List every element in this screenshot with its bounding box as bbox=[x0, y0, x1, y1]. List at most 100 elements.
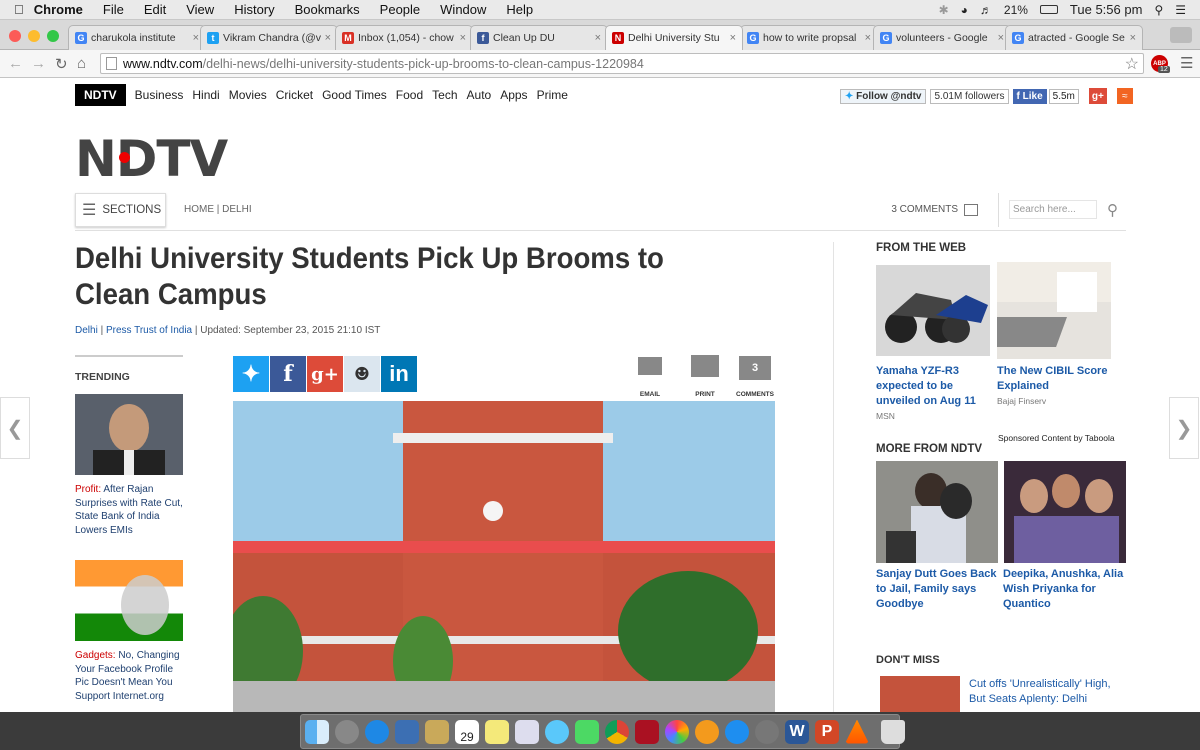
tab-1[interactable]: Gcharukola institute × bbox=[68, 25, 206, 50]
tab-close-icon[interactable]: × bbox=[460, 32, 466, 44]
trending-item-2[interactable]: Gadgets: No, Changing Your Facebook Prof… bbox=[75, 649, 185, 703]
tab-close-icon[interactable]: × bbox=[595, 32, 601, 44]
facebook-share-icon[interactable]: f bbox=[270, 356, 306, 392]
trending-image-1[interactable] bbox=[75, 394, 183, 475]
next-article-arrow[interactable]: ❯ bbox=[1169, 397, 1199, 459]
nav-hindi[interactable]: Hindi bbox=[192, 88, 219, 102]
rss-icon[interactable]: ≈ bbox=[1116, 88, 1133, 104]
email-action[interactable]: EMAIL bbox=[625, 354, 675, 398]
menu-help[interactable]: Help bbox=[506, 2, 533, 17]
from-web-title-1[interactable]: Yamaha YZF-R3 expected to be unveiled on… bbox=[876, 364, 986, 409]
preview-icon[interactable] bbox=[395, 719, 419, 744]
tab-3[interactable]: M Inbox (1,054) - chow × bbox=[335, 25, 473, 50]
nav-good-times[interactable]: Good Times bbox=[322, 88, 387, 102]
from-web-image-2[interactable] bbox=[997, 262, 1111, 359]
trash-icon[interactable] bbox=[881, 719, 905, 744]
forward-icon[interactable]: → bbox=[31, 55, 46, 72]
wifi-icon[interactable]: ◕ bbox=[961, 3, 968, 17]
menu-file[interactable]: File bbox=[103, 2, 124, 17]
volume-icon[interactable]: ♬ bbox=[980, 3, 992, 17]
trending-item-1[interactable]: Profit: After Rajan Surprises with Rate … bbox=[75, 483, 185, 537]
comments-link[interactable]: 3 COMMENTS bbox=[891, 203, 978, 216]
dont-miss-title[interactable]: Cut offs 'Unrealistically' High, But Sea… bbox=[969, 677, 1119, 707]
nav-apps[interactable]: Apps bbox=[500, 88, 527, 102]
tab-2[interactable]: t Vikram Chandra (@v × bbox=[200, 25, 338, 50]
bookmark-star-icon[interactable]: ☆ bbox=[1125, 54, 1139, 74]
twitter-share-icon[interactable]: ✦ bbox=[233, 356, 269, 392]
byline-source[interactable]: Press Trust of India bbox=[106, 325, 192, 336]
taboola-sponsored[interactable]: Sponsored Content by Taboola bbox=[998, 433, 1115, 443]
chrome-icon[interactable] bbox=[605, 719, 629, 744]
close-window-button[interactable] bbox=[9, 30, 21, 42]
safari-icon[interactable] bbox=[365, 719, 389, 744]
search-box[interactable]: Search here... ⚲ bbox=[998, 192, 1118, 227]
prev-article-arrow[interactable]: ❮ bbox=[0, 397, 30, 459]
google-plus-share-icon[interactable]: g+ bbox=[307, 356, 343, 392]
clock[interactable]: Tue 5:56 pm bbox=[1070, 2, 1143, 17]
powerpoint-icon[interactable]: P bbox=[815, 719, 839, 744]
photos-icon[interactable] bbox=[665, 719, 689, 744]
search-icon[interactable]: ⚲ bbox=[1107, 201, 1118, 219]
sections-button[interactable]: ☰ SECTIONS bbox=[75, 192, 166, 227]
nav-auto[interactable]: Auto bbox=[467, 88, 492, 102]
search-input[interactable]: Search here... bbox=[1009, 200, 1097, 219]
vlc-icon[interactable] bbox=[845, 719, 869, 744]
byline-section[interactable]: Delhi bbox=[75, 325, 98, 336]
zoom-window-button[interactable] bbox=[47, 30, 59, 42]
launchpad-icon[interactable] bbox=[335, 719, 359, 744]
from-web-title-2[interactable]: The New CIBIL Score Explained bbox=[997, 364, 1122, 394]
tab-close-icon[interactable]: × bbox=[325, 32, 331, 44]
menu-history[interactable]: History bbox=[234, 2, 274, 17]
back-icon[interactable]: ← bbox=[8, 55, 23, 72]
reddit-share-icon[interactable]: ☻ bbox=[344, 356, 380, 392]
reload-icon[interactable]: ↻ bbox=[55, 55, 68, 73]
more-image-1[interactable] bbox=[876, 461, 998, 563]
tab-4[interactable]: f Clean Up DU × bbox=[470, 25, 608, 50]
tab-7[interactable]: Gvolunteers - Google × bbox=[873, 25, 1011, 50]
address-bar[interactable]: www.ndtv.com/delhi-news/delhi-university… bbox=[100, 53, 1144, 74]
chrome-menu-icon[interactable]: ☰ bbox=[1180, 54, 1193, 72]
nav-cricket[interactable]: Cricket bbox=[276, 88, 313, 102]
comments-action[interactable]: 3 COMMENTS bbox=[730, 354, 780, 398]
linkedin-share-icon[interactable]: in bbox=[381, 356, 417, 392]
tab-5[interactable]: N Delhi University Stu × bbox=[605, 25, 743, 50]
breadcrumb[interactable]: HOME | DELHI bbox=[184, 204, 252, 215]
tab-6[interactable]: Ghow to write propsal × bbox=[740, 25, 878, 50]
menu-edit[interactable]: Edit bbox=[144, 2, 166, 17]
nav-tech[interactable]: Tech bbox=[432, 88, 457, 102]
dont-miss-image[interactable] bbox=[880, 676, 960, 712]
menu-bookmarks[interactable]: Bookmarks bbox=[295, 2, 360, 17]
from-web-image-1[interactable] bbox=[876, 265, 990, 356]
messages-icon[interactable] bbox=[545, 719, 569, 744]
tab-close-icon[interactable]: × bbox=[865, 32, 871, 44]
ndtv-logo[interactable]: NDTV bbox=[75, 134, 228, 184]
more-image-2[interactable] bbox=[1004, 461, 1126, 563]
ndtv-nav-logo[interactable]: NDTV bbox=[75, 84, 126, 106]
nav-business[interactable]: Business bbox=[135, 88, 184, 102]
stickies-icon[interactable] bbox=[485, 719, 509, 744]
print-action[interactable]: PRINT bbox=[680, 354, 730, 398]
more-title-1[interactable]: Sanjay Dutt Goes Back to Jail, Family sa… bbox=[876, 567, 1001, 612]
spotlight-icon[interactable]: ⚲ bbox=[1154, 3, 1163, 17]
photo-booth-icon[interactable] bbox=[635, 719, 659, 744]
bluetooth-icon[interactable]: ✱ bbox=[939, 3, 949, 17]
tab-close-icon[interactable]: × bbox=[730, 32, 736, 44]
twitter-follow-button[interactable]: ✦ Follow @ndtv bbox=[840, 88, 927, 104]
calendar-icon[interactable]: 29 bbox=[455, 719, 479, 744]
app-menu[interactable]: Chrome bbox=[34, 2, 83, 17]
menu-view[interactable]: View bbox=[186, 2, 214, 17]
trending-image-2[interactable] bbox=[75, 560, 183, 641]
menu-window[interactable]: Window bbox=[440, 2, 486, 17]
article-image[interactable] bbox=[233, 401, 775, 712]
more-title-2[interactable]: Deepika, Anushka, Alia Wish Priyanka for… bbox=[1003, 567, 1128, 612]
battery-percent[interactable]: 21% bbox=[1004, 3, 1028, 17]
apple-menu-icon[interactable]:  bbox=[14, 2, 24, 17]
word-icon[interactable]: W bbox=[785, 719, 809, 744]
app-store-icon[interactable] bbox=[725, 719, 749, 744]
nav-food[interactable]: Food bbox=[396, 88, 423, 102]
facetime-icon[interactable] bbox=[575, 719, 599, 744]
finder-icon[interactable] bbox=[305, 719, 329, 744]
tab-close-icon[interactable]: × bbox=[998, 32, 1004, 44]
home-icon[interactable]: ⌂ bbox=[77, 55, 86, 72]
ibooks-icon[interactable] bbox=[695, 719, 719, 744]
